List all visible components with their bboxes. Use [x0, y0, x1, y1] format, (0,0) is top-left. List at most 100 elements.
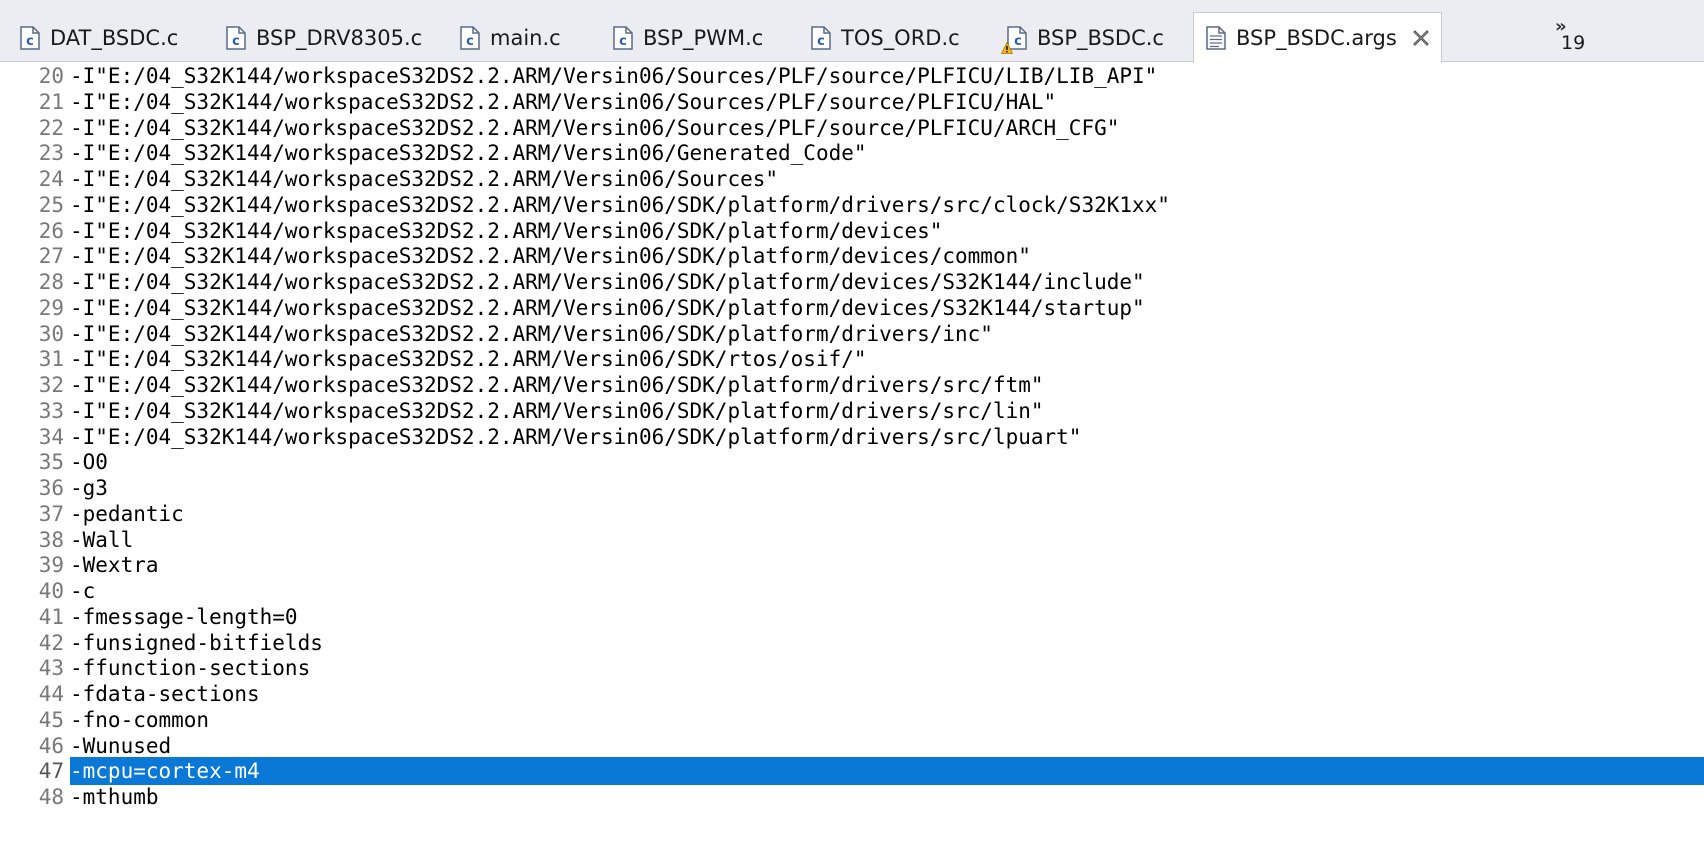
code-line[interactable]: 41 -fmessage-length=0 [0, 603, 1704, 631]
line-text[interactable]: -Wunused [70, 732, 1704, 760]
svg-text:c: c [232, 34, 240, 49]
c-file-icon: c [226, 26, 246, 50]
tab-tos-ord-c[interactable]: c TOS_ORD.c [811, 14, 960, 62]
code-line[interactable]: 38 -Wall [0, 526, 1704, 554]
code-line[interactable]: 45 -fno-common [0, 706, 1704, 734]
tab-bsp-drv8305-c[interactable]: c BSP_DRV8305.c [226, 14, 422, 62]
line-number: 31 [38, 347, 64, 372]
line-text[interactable]: -Wextra [70, 551, 1704, 579]
code-line[interactable]: 33 -I"E:/04_S32K144/workspaceS32DS2.2.ARM… [0, 397, 1704, 425]
tab-label: DAT_BSDC.c [50, 26, 179, 50]
line-text[interactable]: -g3 [70, 474, 1704, 502]
line-text[interactable]: -Wall [70, 526, 1704, 554]
more-tabs-button[interactable]: » 19 [1553, 16, 1603, 56]
line-text[interactable]: -I"E:/04_S32K144/workspaceS32DS2.2.ARM/V… [70, 114, 1704, 142]
line-text[interactable]: -I"E:/04_S32K144/workspaceS32DS2.2.ARM/V… [70, 397, 1704, 425]
line-number: 46 [38, 733, 64, 758]
line-text[interactable]: -I"E:/04_S32K144/workspaceS32DS2.2.ARM/V… [70, 88, 1704, 116]
line-text[interactable]: -mcpu=cortex-m4 [70, 757, 1704, 786]
line-text[interactable]: -I"E:/04_S32K144/workspaceS32DS2.2.ARM/V… [70, 294, 1704, 322]
line-text[interactable]: -I"E:/04_S32K144/workspaceS32DS2.2.ARM/V… [70, 191, 1704, 219]
code-line[interactable]: 44 -fdata-sections [0, 680, 1704, 708]
code-line[interactable]: 39 -Wextra [0, 551, 1704, 579]
line-text[interactable]: -I"E:/04_S32K144/workspaceS32DS2.2.ARM/V… [70, 242, 1704, 270]
code-line[interactable]: 28 -I"E:/04_S32K144/workspaceS32DS2.2.ARM… [0, 268, 1704, 296]
code-line[interactable]: 24 -I"E:/04_S32K144/workspaceS32DS2.2.ARM… [0, 165, 1704, 193]
line-text[interactable]: -c [70, 577, 1704, 605]
selected-code-line[interactable]: 47 -mcpu=cortex-m4 [0, 757, 1704, 786]
line-text[interactable]: -I"E:/04_S32K144/workspaceS32DS2.2.ARM/V… [70, 139, 1704, 167]
line-number: 35 [38, 450, 64, 475]
code-line[interactable]: 37 -pedantic [0, 500, 1704, 528]
code-line[interactable]: 46 -Wunused [0, 732, 1704, 760]
tab-label: BSP_BSDC.args [1236, 26, 1397, 50]
text-editor[interactable]: 20 -I"E:/04_S32K144/workspaceS32DS2.2.ARM… [0, 63, 1704, 867]
c-file-icon: c [20, 26, 40, 50]
code-line[interactable]: 43 -ffunction-sections [0, 654, 1704, 682]
line-text[interactable]: -O0 [70, 448, 1704, 476]
c-file-icon: c [460, 26, 480, 50]
code-line[interactable]: 27 -I"E:/04_S32K144/workspaceS32DS2.2.ARM… [0, 242, 1704, 270]
code-line[interactable]: 20 -I"E:/04_S32K144/workspaceS32DS2.2.ARM… [0, 63, 1704, 90]
code-line[interactable]: 36 -g3 [0, 474, 1704, 502]
line-text[interactable]: -fmessage-length=0 [70, 603, 1704, 631]
code-line[interactable]: 30 -I"E:/04_S32K144/workspaceS32DS2.2.ARM… [0, 320, 1704, 348]
line-text[interactable]: -I"E:/04_S32K144/workspaceS32DS2.2.ARM/V… [70, 63, 1704, 90]
line-number: 25 [38, 192, 64, 217]
tab-label: BSP_PWM.c [643, 26, 764, 50]
line-text[interactable]: -I"E:/04_S32K144/workspaceS32DS2.2.ARM/V… [70, 268, 1704, 296]
line-text[interactable]: -I"E:/04_S32K144/workspaceS32DS2.2.ARM/V… [70, 165, 1704, 193]
line-number: 26 [38, 218, 64, 243]
line-text[interactable]: -I"E:/04_S32K144/workspaceS32DS2.2.ARM/V… [70, 371, 1704, 399]
code-line[interactable]: 35 -O0 [0, 448, 1704, 476]
code-line[interactable]: 34 -I"E:/04_S32K144/workspaceS32DS2.2.ARM… [0, 423, 1704, 451]
line-text[interactable]: -fno-common [70, 706, 1704, 734]
line-number: 32 [38, 373, 64, 397]
code-line[interactable]: 42 -funsigned-bitfields [0, 629, 1704, 657]
text-file-icon [1206, 26, 1226, 50]
line-number: 45 [38, 707, 64, 732]
line-number: 37 [38, 501, 64, 526]
code-line[interactable]: 26 -I"E:/04_S32K144/workspaceS32DS2.2.ARM… [0, 217, 1704, 245]
svg-text:c: c [466, 34, 474, 49]
tab-label: TOS_ORD.c [841, 26, 960, 50]
line-text[interactable]: -I"E:/04_S32K144/workspaceS32DS2.2.ARM/V… [70, 345, 1704, 373]
line-text[interactable]: -mthumb [70, 783, 1704, 811]
line-text[interactable]: -I"E:/04_S32K144/workspaceS32DS2.2.ARM/V… [70, 320, 1704, 348]
line-number: 28 [38, 270, 64, 294]
line-text[interactable]: -fdata-sections [70, 680, 1704, 708]
code-line[interactable]: 40 -c [0, 577, 1704, 605]
code-line[interactable]: 48 -mthumb [0, 783, 1704, 811]
code-line[interactable]: 22 -I"E:/04_S32K144/workspaceS32DS2.2.ARM… [0, 114, 1704, 142]
tab-dat-bsdc-c[interactable]: c DAT_BSDC.c [20, 14, 178, 62]
line-number: 20 [38, 64, 64, 88]
line-text[interactable]: -I"E:/04_S32K144/workspaceS32DS2.2.ARM/V… [70, 423, 1704, 451]
line-text[interactable]: -pedantic [70, 500, 1704, 528]
c-file-warning-icon: c [1001, 26, 1027, 54]
svg-text:c: c [26, 34, 34, 49]
tab-main-c[interactable]: c main.c [460, 14, 561, 62]
code-line[interactable]: 23 -I"E:/04_S32K144/workspaceS32DS2.2.ARM… [0, 139, 1704, 167]
svg-text:c: c [619, 34, 627, 49]
line-number: 43 [38, 656, 64, 681]
line-number: 47 [38, 759, 64, 784]
tab-bsp-bsdc-c[interactable]: c BSP_BSDC.c [1001, 14, 1164, 62]
line-number: 22 [38, 115, 64, 140]
line-number: 44 [38, 682, 64, 706]
line-text[interactable]: -ffunction-sections [70, 654, 1704, 682]
line-text[interactable]: -funsigned-bitfields [70, 629, 1704, 657]
code-line[interactable]: 25 -I"E:/04_S32K144/workspaceS32DS2.2.ARM… [0, 191, 1704, 219]
line-text[interactable]: -I"E:/04_S32K144/workspaceS32DS2.2.ARM/V… [70, 217, 1704, 245]
line-number: 24 [38, 167, 64, 191]
line-number: 42 [38, 630, 64, 655]
line-number: 23 [38, 141, 64, 166]
code-line[interactable]: 21 -I"E:/04_S32K144/workspaceS32DS2.2.ARM… [0, 88, 1704, 116]
tab-bsp-pwm-c[interactable]: c BSP_PWM.c [613, 14, 763, 62]
code-line[interactable]: 31 -I"E:/04_S32K144/workspaceS32DS2.2.ARM… [0, 345, 1704, 373]
close-tab-button[interactable] [1411, 28, 1431, 48]
c-file-icon: c [613, 26, 633, 50]
code-line[interactable]: 29 -I"E:/04_S32K144/workspaceS32DS2.2.ARM… [0, 294, 1704, 322]
code-line[interactable]: 32 -I"E:/04_S32K144/workspaceS32DS2.2.ARM… [0, 371, 1704, 399]
tab-bsp-bsdc-args[interactable]: BSP_BSDC.args [1193, 12, 1442, 63]
svg-text:c: c [1014, 34, 1022, 49]
